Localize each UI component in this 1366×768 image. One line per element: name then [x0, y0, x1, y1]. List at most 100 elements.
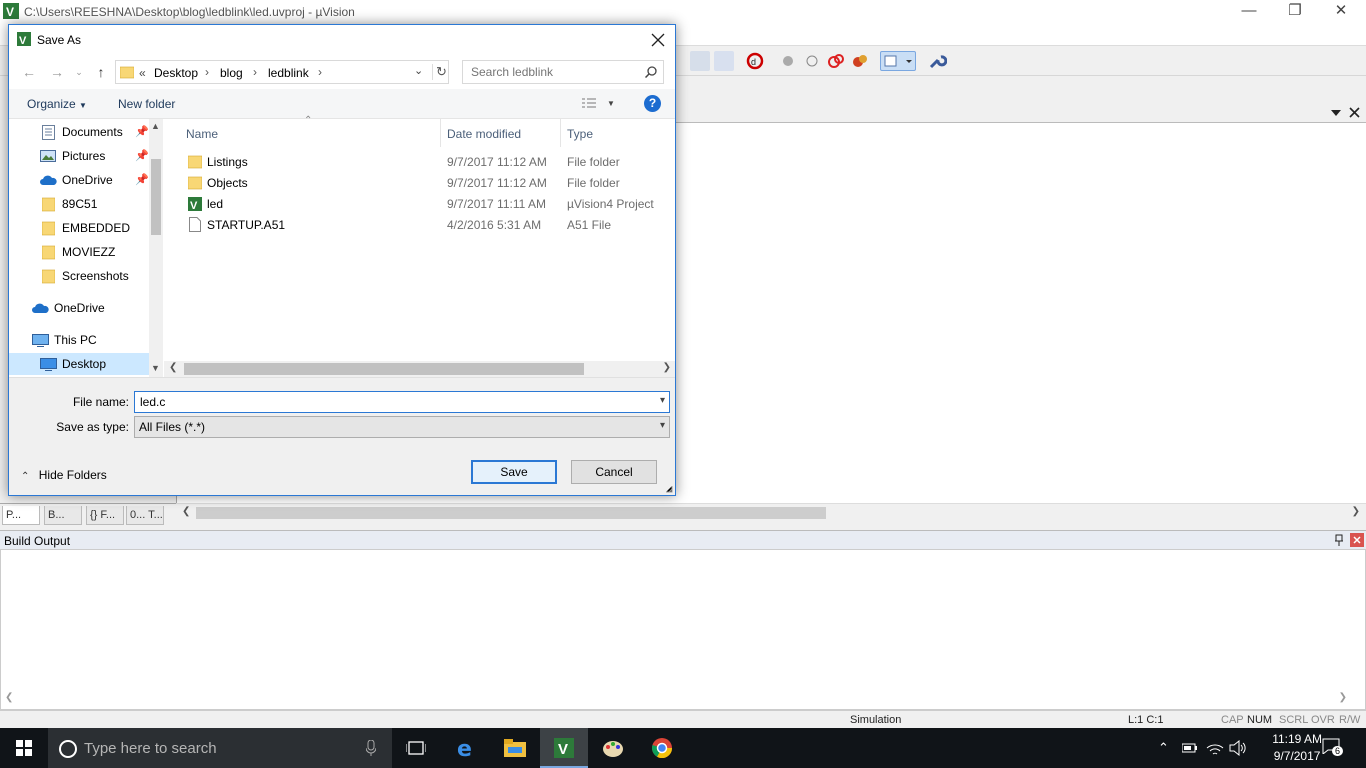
toolbar-button-2[interactable]: [714, 51, 734, 71]
scroll-left-icon[interactable]: ❮: [5, 692, 13, 703]
paint-taskbar-button[interactable]: [589, 728, 637, 768]
toolbar-button-1[interactable]: [690, 51, 710, 71]
taskbar-clock[interactable]: 11:19 AM 9/7/2017: [1272, 731, 1322, 765]
column-divider[interactable]: [440, 119, 441, 147]
uvision-taskbar-button[interactable]: V: [540, 728, 588, 768]
column-header-name[interactable]: Name: [186, 127, 218, 141]
task-view-button[interactable]: [392, 728, 440, 768]
microphone-icon[interactable]: [366, 740, 376, 756]
chevron-down-icon[interactable]: ▾: [660, 395, 665, 406]
help-icon[interactable]: ?: [644, 95, 661, 112]
edge-taskbar-button[interactable]: e: [442, 728, 490, 768]
scroll-right-icon[interactable]: ❯: [1352, 506, 1360, 517]
scrollbar-thumb[interactable]: [151, 159, 161, 235]
nav-item-moviezz[interactable]: MOVIEZZ: [9, 241, 149, 263]
volume-icon[interactable]: [1229, 740, 1247, 756]
file-row-led[interactable]: V led 9/7/2017 11:11 AM µVision4 Project: [164, 194, 675, 215]
file-list-horizontal-scrollbar[interactable]: ❮ ❯: [164, 361, 675, 377]
nav-item-89c51[interactable]: 89C51: [9, 193, 149, 215]
organize-button[interactable]: Organize ▼: [27, 97, 87, 111]
chevron-down-icon[interactable]: [1330, 108, 1342, 118]
window-layout-dropdown[interactable]: [880, 51, 916, 71]
minimize-button[interactable]: —: [1226, 0, 1272, 24]
cancel-button[interactable]: Cancel: [571, 460, 657, 484]
navigation-pane-scrollbar[interactable]: ▲ ▼: [149, 119, 163, 377]
refresh-icon[interactable]: ↻: [432, 64, 447, 80]
close-icon[interactable]: [1349, 107, 1360, 118]
column-header-date[interactable]: Date modified: [447, 127, 521, 141]
battery-icon[interactable]: [1182, 742, 1198, 754]
save-as-dialog: V Save As ← → ⌄ ↑ « Desktop › blog › led…: [8, 24, 676, 496]
nav-item-onedrive[interactable]: OneDrive: [9, 297, 149, 319]
chrome-taskbar-button[interactable]: [638, 728, 686, 768]
breadcrumb-separator-icon[interactable]: ›: [318, 65, 322, 79]
hide-folders-button[interactable]: ⌃ Hide Folders: [21, 468, 107, 482]
forward-arrow-icon[interactable]: →: [47, 63, 67, 81]
file-name-combobox[interactable]: ▾: [134, 391, 670, 413]
file-row-listings[interactable]: Listings 9/7/2017 11:12 AM File folder: [164, 152, 675, 173]
build-output-pane[interactable]: ❮ ❯: [0, 549, 1366, 710]
start-button[interactable]: [0, 728, 48, 768]
view-options-chevron-icon[interactable]: ▼: [607, 99, 615, 108]
scrollbar-thumb[interactable]: [196, 507, 826, 519]
up-arrow-icon[interactable]: ↑: [91, 63, 111, 81]
back-arrow-icon[interactable]: ←: [19, 63, 39, 81]
scroll-up-icon[interactable]: ▲: [151, 121, 160, 131]
breadcrumb-separator-icon[interactable]: ›: [253, 65, 257, 79]
column-divider[interactable]: [560, 119, 561, 147]
scroll-right-icon[interactable]: ❯: [663, 362, 671, 373]
file-row-objects[interactable]: Objects 9/7/2017 11:12 AM File folder: [164, 173, 675, 194]
nav-item-onedrive-quick[interactable]: OneDrive 📌: [9, 169, 149, 191]
new-folder-button[interactable]: New folder: [118, 97, 175, 111]
recent-locations-chevron-icon[interactable]: ⌄: [69, 63, 89, 81]
nav-item-desktop[interactable]: Desktop: [9, 353, 149, 375]
debug-icon[interactable]: d: [745, 51, 765, 71]
breakpoint-empty-icon[interactable]: [802, 51, 822, 71]
editor-horizontal-scrollbar[interactable]: ❮ ❯: [176, 503, 1366, 521]
resize-grip-icon[interactable]: [665, 485, 673, 493]
nav-item-embedded[interactable]: EMBEDDED: [9, 217, 149, 239]
scroll-down-icon[interactable]: ▼: [151, 363, 160, 373]
breakpoint-icon[interactable]: [778, 51, 798, 71]
pin-icon[interactable]: [1334, 534, 1344, 546]
taskbar-search-box[interactable]: Type here to search: [48, 728, 392, 768]
tab-functions[interactable]: {} F...: [86, 506, 124, 525]
file-explorer-taskbar-button[interactable]: [491, 728, 539, 768]
kill-breakpoints-icon[interactable]: [826, 51, 846, 71]
column-header-type[interactable]: Type: [567, 127, 593, 141]
save-type-select[interactable]: All Files (*.*) ▾: [134, 416, 670, 438]
file-row-startup[interactable]: STARTUP.A51 4/2/2016 5:31 AM A51 File: [164, 215, 675, 236]
nav-item-this-pc[interactable]: This PC: [9, 329, 149, 351]
restore-button[interactable]: ❐: [1272, 0, 1318, 24]
breadcrumb-ledblink[interactable]: ledblink: [268, 66, 309, 80]
breadcrumb-separator-icon[interactable]: ›: [205, 65, 209, 79]
save-button[interactable]: Save: [471, 460, 557, 484]
wifi-icon[interactable]: [1206, 740, 1224, 756]
tab-project[interactable]: P...: [2, 506, 40, 525]
nav-item-pictures[interactable]: Pictures 📌: [9, 145, 149, 167]
breakpoint-all-icon[interactable]: [850, 51, 870, 71]
breadcrumb-desktop[interactable]: Desktop: [154, 66, 198, 80]
address-history-chevron-icon[interactable]: ⌄: [414, 64, 423, 77]
scrollbar-thumb[interactable]: [184, 363, 584, 375]
view-options-button[interactable]: [581, 97, 597, 112]
action-center-button[interactable]: 6: [1322, 738, 1344, 758]
tab-books[interactable]: B...: [44, 506, 82, 525]
wrench-icon[interactable]: [927, 51, 948, 71]
show-hidden-icons-chevron-icon[interactable]: ⌃: [1158, 740, 1169, 756]
scroll-left-icon[interactable]: ❮: [182, 506, 190, 517]
tab-templates[interactable]: 0... T...: [126, 506, 164, 525]
dialog-search-box[interactable]: [462, 60, 664, 84]
close-panel-button[interactable]: [1350, 533, 1364, 547]
scroll-right-icon[interactable]: ❯: [1339, 692, 1347, 703]
app-close-button[interactable]: ✕: [1318, 0, 1364, 24]
scroll-left-icon[interactable]: ❮: [169, 362, 177, 373]
search-input[interactable]: [463, 61, 641, 83]
breadcrumb-overflow[interactable]: «: [139, 66, 146, 80]
breadcrumb-blog[interactable]: blog: [220, 66, 243, 80]
nav-item-documents[interactable]: Documents 📌: [9, 121, 149, 143]
dialog-close-button[interactable]: [647, 29, 669, 51]
file-name-input[interactable]: [135, 392, 645, 412]
address-bar[interactable]: « Desktop › blog › ledblink › ⌄ ↻: [115, 60, 449, 84]
nav-item-screenshots[interactable]: Screenshots: [9, 265, 149, 287]
